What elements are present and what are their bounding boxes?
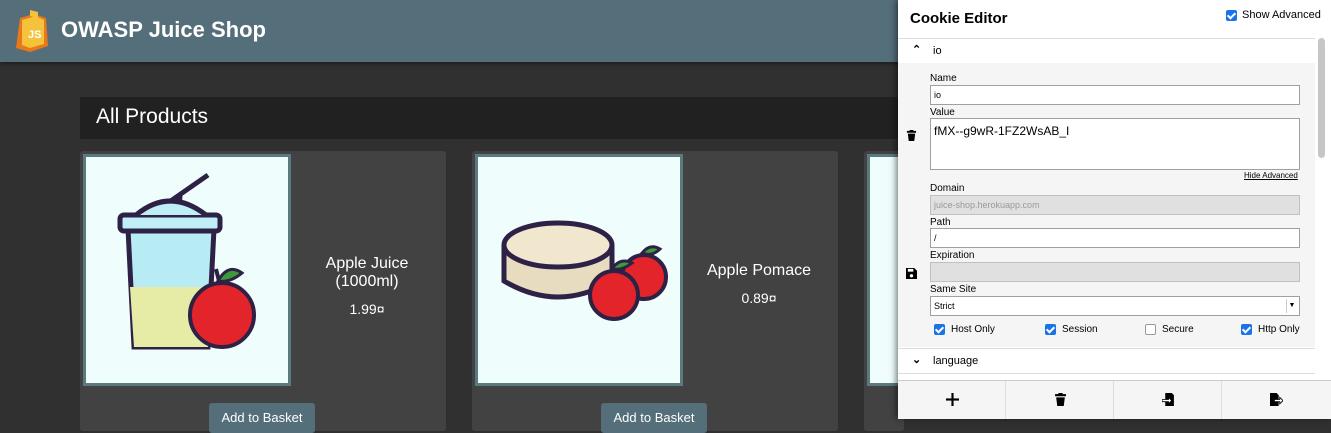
show-advanced-toggle[interactable]: Show Advanced	[1226, 9, 1321, 21]
product-name: Apple Juice (1000ml)	[325, 255, 409, 290]
product-price: 1.99¤	[349, 301, 385, 317]
cookie-editor-footer	[898, 380, 1331, 419]
session-checkbox[interactable]	[1045, 324, 1056, 335]
product-card[interactable]: Apple Pomace 0.89¤ Add to Basket	[472, 151, 838, 433]
host-only-checkbox[interactable]	[934, 324, 945, 335]
value-label: Value	[930, 107, 955, 118]
http-only-checkbox[interactable]	[1241, 324, 1252, 335]
app-title[interactable]: OWASP Juice Shop	[61, 17, 266, 43]
product-name: Apple Pomace	[706, 262, 812, 279]
chevron-up-icon: ⌃	[912, 44, 922, 56]
product-price: 0.89¤	[741, 290, 777, 306]
delete-all-button[interactable]	[1006, 381, 1114, 419]
http-only-toggle[interactable]: Http Only	[1241, 324, 1300, 335]
svg-text:JS: JS	[28, 29, 41, 41]
name-label: Name	[930, 73, 957, 84]
name-input[interactable]: io	[930, 85, 1300, 105]
import-button[interactable]	[1114, 381, 1222, 419]
show-advanced-checkbox[interactable]	[1226, 9, 1237, 21]
cookie-details: Name io Value fMX--g9wR-1FZ2WsAB_I Hide …	[898, 63, 1315, 347]
path-input[interactable]: /	[930, 228, 1300, 248]
product-image[interactable]	[83, 154, 291, 386]
trash-icon[interactable]	[906, 130, 917, 141]
cookie-name-label: io	[933, 45, 942, 57]
import-icon	[1162, 393, 1174, 406]
cookie-editor-panel: Cookie Editor Show Advanced ⌃ io Name io…	[898, 0, 1331, 419]
value-textarea[interactable]: fMX--g9wR-1FZ2WsAB_I	[930, 118, 1300, 170]
delete-all-icon	[1055, 393, 1066, 406]
juice-shop-logo[interactable]: JS	[12, 8, 54, 54]
cookie-header-language[interactable]: ⌄ language	[898, 348, 1315, 374]
same-site-select[interactable]: Strict ▼	[930, 296, 1300, 316]
add-to-basket-button[interactable]: Add to Basket	[209, 403, 315, 433]
apple-juice-illustration	[117, 172, 256, 350]
export-icon	[1270, 393, 1283, 406]
add-to-basket-button[interactable]: Add to Basket	[601, 403, 707, 433]
apple-pomace-illustration	[501, 220, 668, 321]
secure-label: Secure	[1162, 324, 1194, 335]
secure-checkbox[interactable]	[1145, 324, 1156, 335]
cookie-editor-title: Cookie Editor	[910, 10, 1008, 27]
path-label: Path	[930, 217, 951, 228]
domain-label: Domain	[930, 183, 965, 194]
add-cookie-button[interactable]	[898, 381, 1006, 419]
scrollbar[interactable]	[1317, 38, 1326, 372]
export-button[interactable]	[1222, 381, 1330, 419]
product-image[interactable]	[475, 154, 683, 386]
chevron-down-icon[interactable]: ▼	[1286, 299, 1297, 313]
page-title: All Products	[96, 105, 209, 128]
hide-advanced-link[interactable]: Hide Advanced	[1244, 171, 1298, 180]
show-advanced-label: Show Advanced	[1242, 9, 1321, 21]
session-toggle[interactable]: Session	[1045, 324, 1098, 335]
save-icon[interactable]	[906, 268, 917, 279]
product-info: Apple Juice (1000ml) 1.99¤	[292, 255, 442, 317]
host-only-label: Host Only	[951, 324, 995, 335]
host-only-toggle[interactable]: Host Only	[934, 324, 995, 335]
session-label: Session	[1062, 324, 1098, 335]
chevron-down-icon: ⌄	[912, 354, 922, 366]
expiration-label: Expiration	[930, 250, 975, 261]
domain-input[interactable]: juice-shop.herokuapp.com	[930, 195, 1300, 215]
all-products-header: All Products	[80, 97, 980, 139]
http-only-label: Http Only	[1258, 324, 1300, 335]
add-icon	[946, 393, 959, 406]
secure-toggle[interactable]: Secure	[1145, 324, 1194, 335]
cookie-header-io[interactable]: ⌃ io	[898, 38, 1315, 64]
scrollbar-thumb[interactable]	[1318, 38, 1325, 158]
cookie-name-label: language	[933, 355, 979, 367]
expiration-input[interactable]	[930, 262, 1300, 282]
product-card[interactable]: Apple Juice (1000ml) 1.99¤ Add to Basket	[80, 151, 446, 433]
same-site-label: Same Site	[930, 284, 977, 295]
same-site-value: Strict	[934, 301, 955, 311]
product-info: Apple Pomace 0.89¤	[684, 262, 834, 306]
